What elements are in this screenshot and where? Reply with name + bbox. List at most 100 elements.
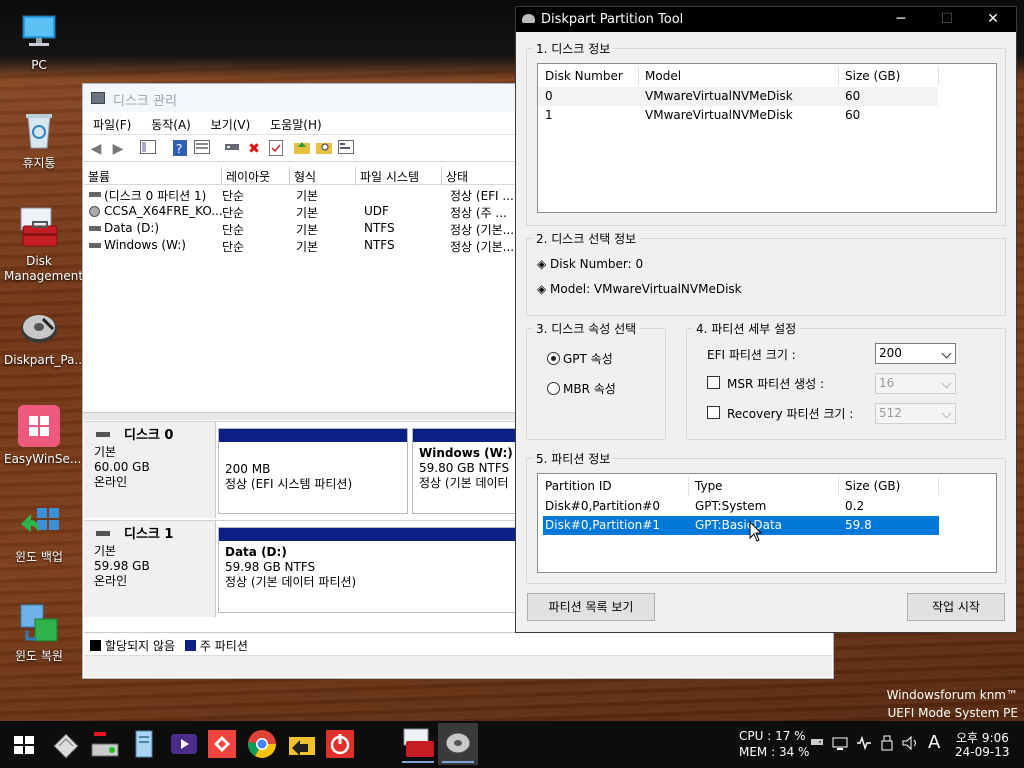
menu-help[interactable]: 도움말(H) (270, 118, 322, 132)
recovery-label[interactable]: Recovery 파티션 크기 : (727, 405, 853, 422)
table-row[interactable]: Data (D:) 단순 기본 NTFS 정상 (기본... (84, 220, 516, 237)
power-icon[interactable] (324, 728, 356, 760)
start-button[interactable] (8, 728, 40, 760)
disk-tool-icon[interactable] (50, 728, 82, 760)
partition-id: Disk#0,Partition#0 (545, 499, 660, 513)
red-fire-drive-icon[interactable] (88, 728, 120, 760)
search-folder-icon[interactable] (315, 140, 333, 158)
taskbar-diskpart[interactable] (438, 723, 478, 765)
settings-list-icon[interactable] (337, 140, 355, 158)
menu-file[interactable]: 파일(F) (93, 118, 131, 132)
volume-layout: 단순 (222, 223, 245, 237)
help-icon[interactable]: ? (171, 140, 189, 158)
drive-tray-icon[interactable] (810, 735, 824, 752)
connect-drive-icon[interactable] (223, 140, 241, 158)
forward-icon[interactable]: ▶ (109, 140, 127, 158)
gpt-label[interactable]: GPT 속성 (563, 350, 613, 367)
list-item[interactable]: 1 VMwareVirtualNVMeDisk 60 (538, 106, 938, 125)
clock-time[interactable]: 오후 9:06 (956, 729, 1009, 746)
table-row[interactable]: (디스크 0 파티션 1) 단순 기본 정상 (EFI ... (84, 186, 516, 203)
partition-data[interactable]: Data (D:) 59.98 GB NTFS 정상 (기본 데이터 파티션) (218, 527, 516, 613)
desktop-icon-pc[interactable]: PC (4, 10, 74, 73)
column-layout[interactable]: 레이아웃 (222, 167, 290, 185)
column-partition-id[interactable]: Partition ID (545, 479, 612, 493)
column-size[interactable]: Size (GB) (845, 479, 900, 493)
desktop-icon-diskpart[interactable]: Diskpart_Pa... (4, 305, 86, 368)
table-row[interactable]: CCSA_X64FRE_KO... 단순 기본 UDF 정상 (주 ... (84, 203, 516, 220)
desktop-icon-label: 휴지통 (22, 156, 56, 170)
disk-number: 0 (545, 89, 553, 103)
msr-size-select[interactable]: 16 (875, 373, 956, 394)
notepad-icon[interactable] (128, 728, 160, 760)
column-model[interactable]: Model (645, 69, 681, 83)
column-volume[interactable]: 볼륨 (84, 167, 222, 185)
volume-status: 정상 (기본... (450, 240, 515, 254)
taskbar-disk-management[interactable] (398, 723, 438, 765)
chrome-icon[interactable] (246, 728, 278, 760)
msr-label[interactable]: MSR 파티션 생성 : (727, 375, 824, 392)
volume-fs: NTFS (364, 221, 395, 235)
gpt-radio[interactable] (547, 352, 560, 365)
maximize-button[interactable]: ☐ (924, 7, 970, 32)
efi-size-select[interactable]: 200 (875, 343, 956, 364)
disk-name: 디스크 1 (124, 527, 174, 542)
start-job-button[interactable]: 작업 시작 (907, 593, 1005, 621)
input-method-indicator[interactable]: A (928, 732, 940, 753)
mbr-radio[interactable] (547, 382, 560, 395)
volume-list-header: 볼륨 레이아웃 형식 파일 시스템 상태 (84, 167, 516, 185)
properties-list-icon[interactable] (193, 140, 211, 158)
disk-management-title: 디스크 관리 (113, 94, 177, 109)
msr-checkbox[interactable] (707, 376, 720, 389)
desktop-icon-disk-management[interactable]: Disk Management (4, 206, 83, 284)
back-icon[interactable]: ◀ (87, 140, 105, 158)
recycle-bin-icon (17, 108, 61, 152)
list-item[interactable]: 0 VMwareVirtualNVMeDisk 60 (538, 87, 938, 106)
partition-list[interactable]: Partition ID Type Size (GB) Disk#0,Parti… (537, 473, 997, 573)
table-row[interactable]: Windows (W:) 단순 기본 NTFS 정상 (기본... (84, 237, 516, 254)
watermark-line1: Windowsforum knm™ (886, 688, 1018, 702)
diskpart-titlebar[interactable]: Diskpart Partition Tool ─ ☐ ✕ (516, 7, 1016, 32)
mbr-label[interactable]: MBR 속성 (563, 380, 616, 397)
column-type[interactable]: Type (695, 479, 723, 493)
checklist-icon[interactable] (267, 140, 285, 158)
column-type[interactable]: 형식 (290, 167, 356, 185)
disk-list[interactable]: Disk Number Model Size (GB) 0 VMwareVirt… (537, 63, 997, 213)
menu-action[interactable]: 동작(A) (151, 118, 191, 132)
folder-up-icon[interactable] (293, 140, 311, 158)
desktop-icon-windows-restore[interactable]: 윈도 복원 (4, 601, 74, 664)
media-player-icon[interactable] (168, 728, 200, 760)
volume-tray-icon[interactable] (902, 735, 920, 754)
partition-title: Windows (W:) (419, 446, 513, 460)
recovery-size-select[interactable]: 512 (875, 403, 956, 424)
network-tray-icon[interactable] (856, 735, 872, 754)
disk-1-label[interactable]: 디스크 1 기본 59.98 GB 온라인 (84, 521, 216, 617)
disk-list-header: Disk Number Model Size (GB) (538, 64, 996, 87)
console-tree-icon[interactable] (139, 140, 157, 158)
desktop-icon-easywinsetup[interactable]: EasyWinSe... (4, 404, 81, 467)
menu-view[interactable]: 보기(V) (211, 118, 251, 132)
column-disk-number[interactable]: Disk Number (545, 69, 623, 83)
folder-arrow-icon[interactable] (286, 728, 318, 760)
list-item-selected[interactable]: Disk#0,Partition#1 GPT:BasicData 59.8 (543, 516, 939, 535)
anydesk-icon[interactable] (206, 728, 238, 760)
disk-attribute-title: 3. 디스크 속성 선택 (533, 320, 640, 337)
usb-tray-icon[interactable] (880, 735, 894, 754)
display-tray-icon[interactable] (832, 735, 848, 754)
recovery-checkbox[interactable] (707, 406, 720, 419)
close-button[interactable]: ✕ (970, 7, 1016, 32)
column-size[interactable]: Size (GB) (845, 69, 900, 83)
disk-0-label[interactable]: 디스크 0 기본 60.00 GB 온라인 (84, 422, 216, 518)
partition-windows[interactable]: Windows (W:) 59.80 GB NTFS 정상 (기본 데이터 (412, 428, 516, 514)
view-partition-list-button[interactable]: 파티션 목록 보기 (527, 593, 655, 621)
disk-1-panel: 디스크 1 기본 59.98 GB 온라인 Data (D:) 59.98 GB… (84, 520, 516, 617)
list-item[interactable]: Disk#0,Partition#0 GPT:System 0.2 (543, 497, 943, 516)
minimize-button[interactable]: ─ (878, 7, 924, 32)
column-filesystem[interactable]: 파일 시스템 (356, 167, 442, 185)
desktop-icon-recycle-bin[interactable]: 휴지통 (4, 108, 74, 171)
partition-efi[interactable]: 200 MB 정상 (EFI 시스템 파티션) (218, 428, 408, 514)
column-status[interactable]: 상태 (442, 167, 516, 185)
desktop-icon-windows-backup[interactable]: 윈도 백업 (4, 502, 74, 565)
delete-icon[interactable]: ✖ (245, 140, 263, 158)
taskbar: CPU : 17 % MEM : 34 % A 오후 9:06 24-09-13 (0, 721, 1024, 768)
clock-date[interactable]: 24-09-13 (955, 745, 1009, 759)
